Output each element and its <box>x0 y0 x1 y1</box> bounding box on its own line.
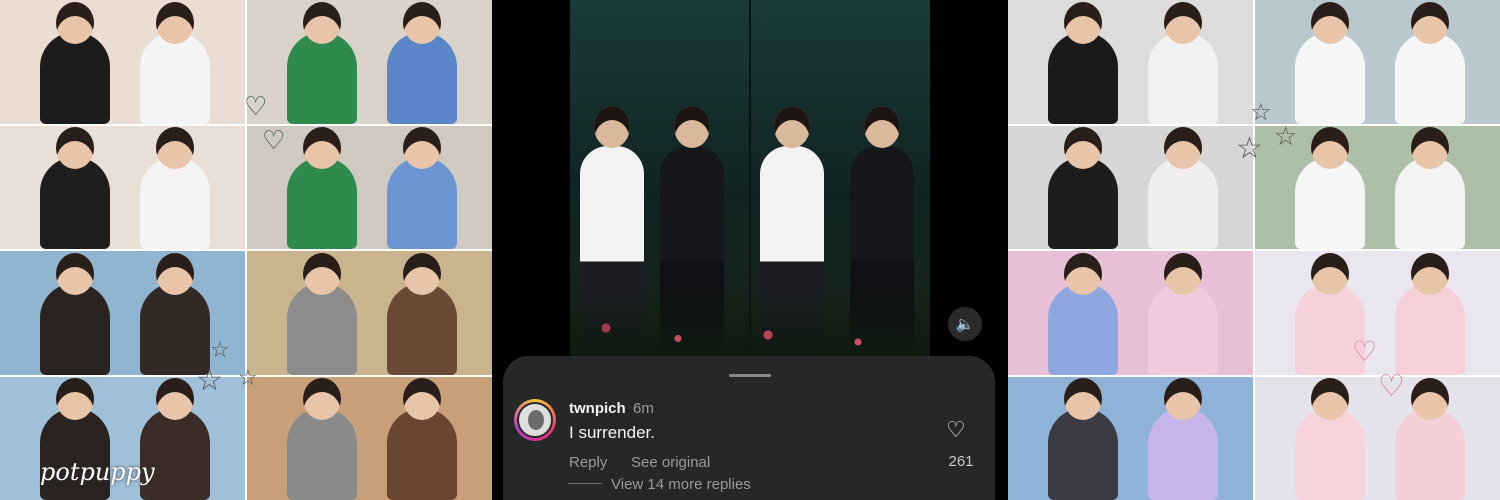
heart-doodle: ♡ <box>1352 335 1378 368</box>
star-doodle: ☆ <box>210 338 230 363</box>
person-figure <box>140 378 210 500</box>
star-doodle: ☆ <box>196 363 223 398</box>
reel-video[interactable] <box>570 0 930 356</box>
heart-doodle: ♡ <box>262 126 286 156</box>
person-figure <box>1295 127 1365 249</box>
person-figure <box>140 252 210 375</box>
avatar[interactable] <box>514 399 556 441</box>
like-heart-icon[interactable]: ♡ <box>946 418 966 443</box>
comment-username[interactable]: twnpich <box>569 400 626 417</box>
photo-duo-pink-set <box>1008 251 1253 375</box>
photo-duo-leather-jackets <box>0 251 245 375</box>
photo-duo-white-shirts <box>0 0 245 124</box>
star-doodle: ☆ <box>1274 122 1298 152</box>
photo-duo-smiling <box>0 125 245 249</box>
signature-watermark: potpuppy <box>40 458 155 486</box>
see-original-button[interactable]: See original <box>631 454 710 471</box>
person-figure <box>287 1 357 124</box>
reply-button[interactable]: Reply <box>569 454 607 471</box>
star-doodle: ☆ <box>1250 98 1272 126</box>
replies-divider <box>568 483 602 484</box>
person-figure <box>387 252 457 375</box>
person-figure <box>140 1 210 124</box>
person-figure <box>1148 127 1218 249</box>
photo-duo-pink-shirts <box>1255 251 1500 375</box>
person-figure <box>1148 252 1218 375</box>
star-doodle: ☆ <box>238 366 258 391</box>
speaker-icon: 🔈 <box>955 315 975 333</box>
person-figure <box>1395 252 1465 375</box>
heart-doodle: ♡ <box>1378 369 1405 404</box>
right-photo-collage <box>1008 0 1500 500</box>
photo-duo-livestream-laugh <box>1008 125 1253 249</box>
person-figure <box>1148 378 1218 500</box>
view-replies-button[interactable]: View 14 more replies <box>611 476 751 493</box>
person-figure <box>287 127 357 249</box>
person-figure <box>287 378 357 500</box>
comment-timestamp: 6m <box>633 400 654 417</box>
person-figure <box>1148 1 1218 124</box>
photo-duo-bouquet <box>1008 376 1253 500</box>
mute-button[interactable]: 🔈 <box>948 307 982 341</box>
person-figure <box>1395 127 1465 249</box>
person-figure <box>140 127 210 249</box>
person-figure <box>387 378 457 500</box>
star-doodle: ☆ <box>1236 131 1263 166</box>
flower-decor <box>570 286 930 356</box>
person-figure <box>40 378 110 500</box>
person-figure <box>387 127 457 249</box>
person-figure <box>1048 378 1118 500</box>
person-figure <box>387 1 457 124</box>
person-figure <box>1295 378 1365 500</box>
person-figure <box>287 252 357 375</box>
like-count: 261 <box>948 453 974 470</box>
sheet-drag-handle[interactable] <box>729 374 771 377</box>
left-photo-collage <box>0 0 492 500</box>
photo-duo-classroom <box>247 0 492 124</box>
person-figure <box>1048 252 1118 375</box>
person-figure <box>40 1 110 124</box>
person-figure <box>40 252 110 375</box>
person-figure <box>1295 1 1365 124</box>
photo-duo-livestream <box>1008 0 1253 124</box>
person-figure <box>1048 127 1118 249</box>
photo-duo-event <box>247 376 492 500</box>
comment-text: I surrender. <box>569 423 655 442</box>
avatar-image <box>517 402 553 438</box>
person-figure <box>40 127 110 249</box>
person-figure <box>1048 1 1118 124</box>
heart-doodle: ♡ <box>244 92 268 122</box>
person-figure <box>1395 378 1465 500</box>
photo-duo-microphones <box>247 251 492 375</box>
person-figure <box>1395 1 1465 124</box>
photo-duo-outdoor <box>1255 0 1500 124</box>
